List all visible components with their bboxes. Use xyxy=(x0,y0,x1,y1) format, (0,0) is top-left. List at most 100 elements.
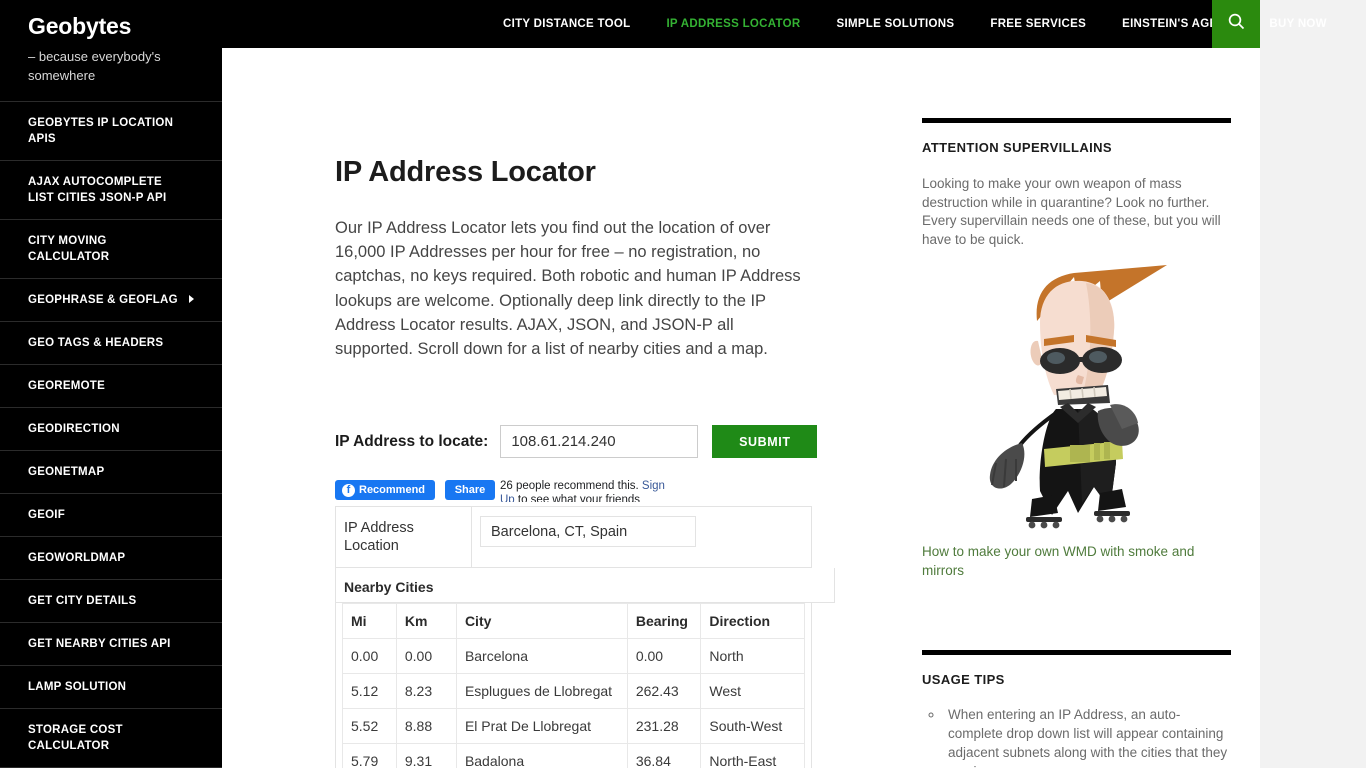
table-row: 0.00 0.00 Barcelona 0.00 North xyxy=(342,638,805,675)
table-cell: 5.79 xyxy=(342,743,397,768)
chevron-right-icon[interactable] xyxy=(189,295,194,303)
location-value-cell: Barcelona, CT, Spain xyxy=(471,506,812,569)
ip-address-input[interactable] xyxy=(500,425,699,459)
facebook-recommend-label: Recommend xyxy=(359,484,426,497)
table-cell: 231.28 xyxy=(626,708,702,745)
right-sidebar: ATTENTION SUPERVILLAINS Looking to make … xyxy=(922,48,1232,768)
table-cell: 5.52 xyxy=(342,708,397,745)
sidebar-item-label[interactable]: GEOIF xyxy=(0,494,222,536)
table-cell: North-East xyxy=(700,743,805,768)
page-root: Geobytes – because everybody's somewhere… xyxy=(0,0,1366,768)
table-cell: 8.23 xyxy=(395,673,457,710)
sidebar-item-label[interactable]: GEOWORLDMAP xyxy=(0,537,222,579)
submit-button[interactable]: SUBMIT xyxy=(712,425,818,459)
sidebar-item-geo-tags-headers[interactable]: GEO TAGS & HEADERS xyxy=(0,321,222,364)
left-sidebar: Geobytes – because everybody's somewhere… xyxy=(0,0,222,768)
table-cell: 0.00 xyxy=(342,638,397,675)
topnav-item-buy-now[interactable]: BUY NOW xyxy=(1251,0,1344,48)
usage-tips-list: When entering an IP Address, an auto-com… xyxy=(922,705,1232,768)
sidebar-item-lamp-solution[interactable]: LAMP SOLUTION xyxy=(0,665,222,708)
facebook-share-button[interactable]: Share xyxy=(445,480,495,501)
column-header-km: Km xyxy=(395,603,457,640)
table-cell: West xyxy=(700,673,805,710)
sidebar-item-label[interactable]: LAMP SOLUTION xyxy=(0,666,222,708)
widget-body-supervillains: Looking to make your own weapon of mass … xyxy=(922,176,1221,247)
widget-usage-tips: USAGE TIPS When entering an IP Address, … xyxy=(922,650,1232,768)
sidebar-item-geophrase-geoflag[interactable]: GEOPHRASE & GEOFLAG xyxy=(0,278,222,321)
widget-title-usage-tips: USAGE TIPS xyxy=(922,672,1005,687)
ip-lookup-form: IP Address to locate: SUBMIT xyxy=(335,425,835,459)
sidebar-item-geonetmap[interactable]: GEONETMAP xyxy=(0,450,222,493)
sidebar-item-storage-cost-calculator[interactable]: STORAGE COST CALCULATOR xyxy=(0,708,222,767)
widget-divider xyxy=(922,650,1231,655)
sidebar-item-get-city-details[interactable]: GET CITY DETAILS xyxy=(0,579,222,622)
table-cell: 9.31 xyxy=(395,743,457,768)
page-title: IP Address Locator xyxy=(335,156,596,188)
sidebar-item-geodirection[interactable]: GEODIRECTION xyxy=(0,407,222,450)
topnav-item-free-services[interactable]: FREE SERVICES xyxy=(972,0,1104,48)
table-cell: Esplugues de Llobregat xyxy=(455,673,628,710)
content-area: IP Address Locator Our IP Address Locato… xyxy=(222,48,1260,768)
sidebar-item-label[interactable]: GEOREMOTE xyxy=(0,365,222,407)
sidebar-item-geoworldmap[interactable]: GEOWORLDMAP xyxy=(0,536,222,579)
ip-input-label: IP Address to locate: xyxy=(335,432,489,450)
nearby-cities-heading: Nearby Cities xyxy=(335,568,835,604)
location-value: Barcelona, CT, Spain xyxy=(480,516,696,548)
topnav-item-city-distance-tool[interactable]: CITY DISTANCE TOOL xyxy=(485,0,648,48)
table-cell: 0.00 xyxy=(395,638,457,675)
table-cell: South-West xyxy=(700,708,805,745)
topnav-item-ip-address-locator[interactable]: IP ADDRESS LOCATOR xyxy=(648,0,818,48)
sidebar-nav: GEOBYTES IP LOCATION APIS AJAX AUTOCOMPLE… xyxy=(0,101,222,768)
site-tagline: – because everybody's somewhere xyxy=(28,49,161,83)
table-row: IP Address Location Barcelona, CT, Spain xyxy=(335,506,812,569)
site-title: Geobytes xyxy=(28,13,132,39)
table-row: 5.12 8.23 Esplugues de Llobregat 262.43 West xyxy=(342,673,805,710)
table-cell: 8.88 xyxy=(395,708,457,745)
widget-title-supervillains: ATTENTION SUPERVILLAINS xyxy=(922,140,1113,155)
sidebar-item-label[interactable]: AJAX AUTOCOMPLETE LIST CITIES JSON-P API xyxy=(0,161,222,219)
sidebar-item-label[interactable]: GEONETMAP xyxy=(0,451,222,493)
column-header-city: City xyxy=(455,603,628,640)
sidebar-item-city-moving-calculator[interactable]: CITY MOVING CALCULATOR xyxy=(0,219,222,278)
top-bar: CITY DISTANCE TOOL IP ADDRESS LOCATOR SIMP… xyxy=(222,0,1327,48)
facebook-social-text: 26 people recommend this. Sign Up to see… xyxy=(500,480,680,502)
sidebar-item-geoif[interactable]: GEOIF xyxy=(0,493,222,536)
table-cell: 5.12 xyxy=(342,673,397,710)
facebook-recommend-count: 26 people recommend this. xyxy=(500,480,639,493)
sidebar-item-label[interactable]: CITY MOVING CALCULATOR xyxy=(0,220,222,278)
table-row: 5.52 8.88 El Prat De Llobregat 231.28 South-… xyxy=(342,708,805,745)
table-cell: Barcelona xyxy=(455,638,628,675)
search-button[interactable] xyxy=(1212,0,1260,48)
sidebar-item-georemote[interactable]: GEOREMOTE xyxy=(0,364,222,407)
sidebar-item-label[interactable]: GEOBYTES IP LOCATION APIS xyxy=(0,102,222,160)
table-cell: El Prat De Llobregat xyxy=(455,708,628,745)
sidebar-item-label[interactable]: GET NEARBY CITIES API xyxy=(0,623,222,665)
sidebar-item-label[interactable]: GEODIRECTION xyxy=(0,408,222,450)
table-cell: Badalona xyxy=(455,743,628,768)
sidebar-item-label[interactable]: GET CITY DETAILS xyxy=(0,580,222,622)
table-cell: North xyxy=(700,638,805,675)
widget-link-wmd[interactable]: How to make your own WMD with smoke and … xyxy=(922,543,1222,580)
facebook-recommend-button[interactable]: f Recommend xyxy=(335,480,435,501)
nearby-cities-table-wrap: Mi Km City Bearing Direction 0.00 0.00 Barcelo… xyxy=(335,603,812,768)
sidebar-item-ajax-autocomplete-list-cities-json-p-api[interactable]: AJAX AUTOCOMPLETE LIST CITIES JSON-P API xyxy=(0,160,222,219)
supervillain-cartoon-image xyxy=(922,263,1231,533)
ip-result-table: IP Address Location Barcelona, CT, Spain xyxy=(335,506,812,569)
location-label: IP Address Location xyxy=(335,506,472,569)
topnav-item-simple-solutions[interactable]: SIMPLE SOLUTIONS xyxy=(818,0,972,48)
sidebar-item-label[interactable]: GEO TAGS & HEADERS xyxy=(0,322,222,364)
list-item: When entering an IP Address, an auto-com… xyxy=(944,705,1232,768)
column-header-direction: Direction xyxy=(700,603,805,640)
sidebar-item-geobytes-ip-location-apis[interactable]: GEOBYTES IP LOCATION APIS xyxy=(0,101,222,160)
main-column: IP Address Locator Our IP Address Locato… xyxy=(335,48,835,768)
sidebar-item-label[interactable]: STORAGE COST CALCULATOR xyxy=(0,709,222,767)
intro-paragraph: Our IP Address Locator lets you find out… xyxy=(335,219,801,359)
table-cell: 262.43 xyxy=(626,673,702,710)
table-cell: 0.00 xyxy=(626,638,702,675)
nearby-cities-table: Mi Km City Bearing Direction 0.00 0.00 Barcelo… xyxy=(342,603,805,768)
column-header-mi: Mi xyxy=(342,603,397,640)
sidebar-item-get-nearby-cities-api[interactable]: GET NEARBY CITIES API xyxy=(0,622,222,665)
table-header-row: Mi Km City Bearing Direction xyxy=(342,603,805,640)
table-cell: 36.84 xyxy=(626,743,702,768)
search-icon xyxy=(1228,13,1245,35)
